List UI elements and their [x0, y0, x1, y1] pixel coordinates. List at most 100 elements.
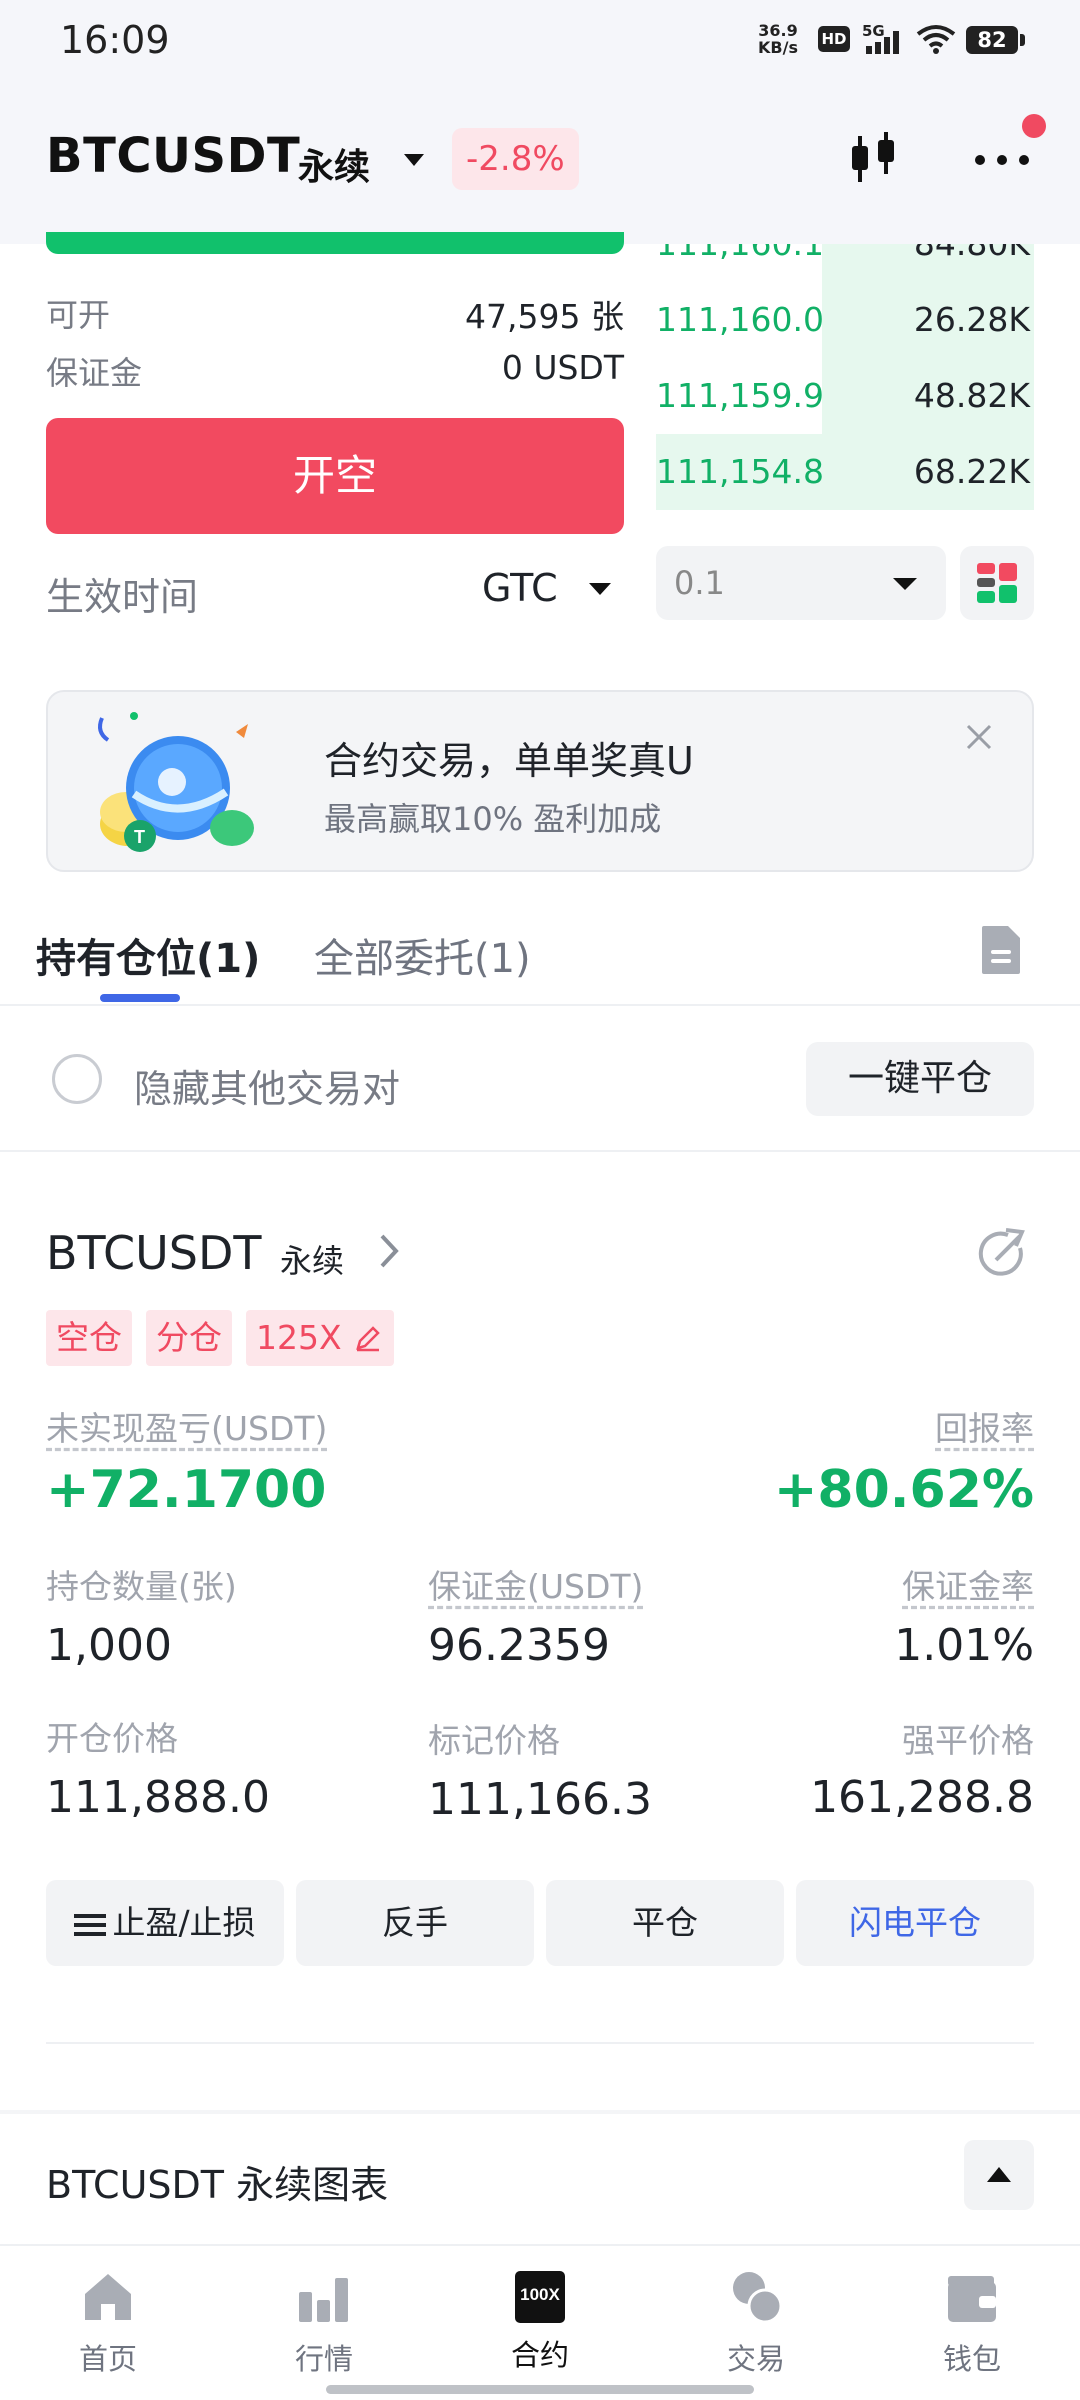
time-in-force-select[interactable]: GTC — [482, 566, 558, 610]
order-book: 111,160.1 84.80K 111,160.0 26.28K 111,15… — [656, 244, 1034, 520]
candlestick-icon[interactable] — [846, 130, 904, 188]
divider — [46, 2042, 1034, 2044]
margin-ratio-value: 1.01% — [894, 1620, 1034, 1671]
promo-title: 合约交易，单单奖真U — [324, 739, 694, 783]
wifi-icon — [916, 25, 956, 54]
more-icon[interactable] — [972, 150, 1032, 170]
nav-wallet[interactable]: 钱包 — [872, 2268, 1072, 2378]
tab-open-orders[interactable]: 全部委托(1) — [314, 926, 531, 984]
position-symbol[interactable]: BTCUSDT — [46, 1226, 261, 1280]
price-step-value: 0.1 — [674, 564, 725, 602]
trade-icon — [733, 2272, 783, 2324]
tab-positions[interactable]: 持有仓位(1) — [36, 926, 260, 984]
order-book-row[interactable]: 111,154.8 68.22K — [656, 434, 1034, 510]
order-book-layout-button[interactable] — [960, 546, 1034, 620]
home-indicator[interactable] — [326, 2385, 754, 2394]
order-book-price: 111,160.1 — [656, 244, 824, 263]
edit-icon[interactable] — [354, 1324, 382, 1352]
position-margin-value: 96.2359 — [428, 1620, 610, 1671]
network-speed-unit: KB/s — [758, 38, 798, 57]
nav-market[interactable]: 行情 — [224, 2268, 424, 2378]
roe-label[interactable]: 回报率 — [935, 1402, 1034, 1450]
promo-subtitle: 最高赢取10% 盈利加成 — [324, 800, 662, 838]
nav-trade[interactable]: 交易 — [656, 2268, 856, 2378]
divider — [0, 1150, 1080, 1152]
futures-badge: 100X — [520, 2285, 560, 2304]
liquidation-price-label: 强平价格 — [902, 1721, 1034, 1760]
margin-label: 保证金 — [46, 354, 143, 392]
share-icon[interactable] — [974, 1226, 1030, 1282]
hide-other-pairs-checkbox[interactable] — [52, 1054, 102, 1104]
entry-price-value: 111,888.0 — [46, 1772, 270, 1823]
chevron-up-icon — [987, 2167, 1011, 2182]
order-book-qty: 68.22K — [913, 452, 1030, 491]
order-book-qty: 84.80K — [914, 244, 1030, 263]
position-contract-type[interactable]: 永续 — [280, 1236, 344, 1282]
network-speed-value: 36.9 — [758, 21, 798, 40]
order-book-row[interactable]: 111,160.1 84.80K — [656, 244, 1034, 282]
symbol-title[interactable]: BTCUSDT — [46, 128, 300, 184]
close-icon[interactable] — [964, 722, 994, 752]
nav-home[interactable]: 首页 — [8, 2268, 208, 2378]
chevron-down-icon[interactable] — [892, 576, 918, 592]
nav-label: 行情 — [294, 2342, 353, 2376]
chevron-down-icon[interactable] — [588, 581, 612, 597]
order-book-qty: 48.82K — [913, 376, 1030, 415]
position-size-label: 持仓数量(张) — [46, 1567, 237, 1606]
flash-close-button[interactable]: 闪电平仓 — [796, 1880, 1034, 1966]
tag-isolated: 分仓 — [146, 1310, 232, 1366]
margin-ratio-label[interactable]: 保证金率 — [902, 1560, 1034, 1608]
expand-chart-button[interactable] — [964, 2140, 1034, 2210]
time-in-force-label: 生效时间 — [46, 575, 199, 619]
open-short-button[interactable]: 开空 — [46, 418, 624, 534]
position-margin-label[interactable]: 保证金(USDT) — [428, 1560, 643, 1608]
nav-label: 钱包 — [942, 2342, 1001, 2376]
order-book-price: 111,160.0 — [656, 300, 824, 339]
nav-label: 首页 — [78, 2342, 137, 2376]
leverage-tag[interactable]: 125X — [246, 1310, 394, 1366]
unrealized-pnl-value: +72.1700 — [46, 1460, 327, 1520]
order-book-row[interactable]: 111,160.0 26.28K — [656, 282, 1034, 358]
hd-badge: HD — [818, 26, 850, 52]
nav-label: 交易 — [726, 2342, 785, 2376]
reverse-button[interactable]: 反手 — [296, 1880, 534, 1966]
futures-icon: 100X — [515, 2271, 565, 2323]
entry-price-label: 开仓价格 — [46, 1719, 178, 1758]
order-book-row[interactable]: 111,159.9 48.82K — [656, 358, 1034, 434]
promo-coins-icon: T — [98, 712, 254, 852]
order-book-qty: 26.28K — [913, 300, 1030, 339]
market-icon — [299, 2278, 348, 2322]
menu-icon — [74, 1913, 107, 1936]
unrealized-pnl-label[interactable]: 未实现盈亏(USDT) — [46, 1402, 327, 1450]
close-position-button[interactable]: 平仓 — [546, 1880, 784, 1966]
chart-section-title[interactable]: BTCUSDT 永续图表 — [46, 2154, 388, 2209]
divider — [0, 2244, 1080, 2246]
active-tab-indicator — [100, 994, 180, 1002]
tpsl-button[interactable]: 止盈/止损 — [46, 1880, 284, 1966]
section-divider — [0, 2110, 1080, 2114]
tag-short: 空仓 — [46, 1310, 132, 1366]
available-label: 可开 — [46, 296, 111, 334]
nav-futures[interactable]: 100X 合约 — [440, 2268, 640, 2374]
layout-icon — [977, 563, 1017, 603]
liquidation-price-value: 161,288.8 — [810, 1772, 1034, 1823]
chevron-right-icon[interactable] — [378, 1232, 400, 1270]
mark-price-value: 111,166.3 — [428, 1774, 652, 1825]
network-speed: 36.9 KB/s — [758, 22, 798, 56]
wallet-icon — [948, 2276, 996, 2322]
svg-text:T: T — [134, 827, 145, 847]
contract-type-label[interactable]: 永续 — [298, 138, 370, 190]
margin-value: 0 USDT — [501, 348, 624, 387]
home-icon — [85, 2274, 131, 2320]
position-size-value: 1,000 — [46, 1620, 172, 1671]
chevron-down-icon[interactable] — [402, 150, 426, 170]
document-icon[interactable] — [980, 924, 1022, 976]
tpsl-label: 止盈/止损 — [112, 1903, 256, 1942]
roe-value: +80.62% — [773, 1460, 1034, 1520]
mark-price-label: 标记价格 — [428, 1721, 560, 1760]
open-long-button-edge[interactable] — [46, 232, 624, 254]
close-all-button[interactable]: 一键平仓 — [806, 1042, 1034, 1116]
signal-icon: 5G — [862, 22, 908, 56]
hide-other-pairs-label[interactable]: 隐藏其他交易对 — [134, 1058, 400, 1113]
status-time: 16:09 — [60, 18, 170, 62]
